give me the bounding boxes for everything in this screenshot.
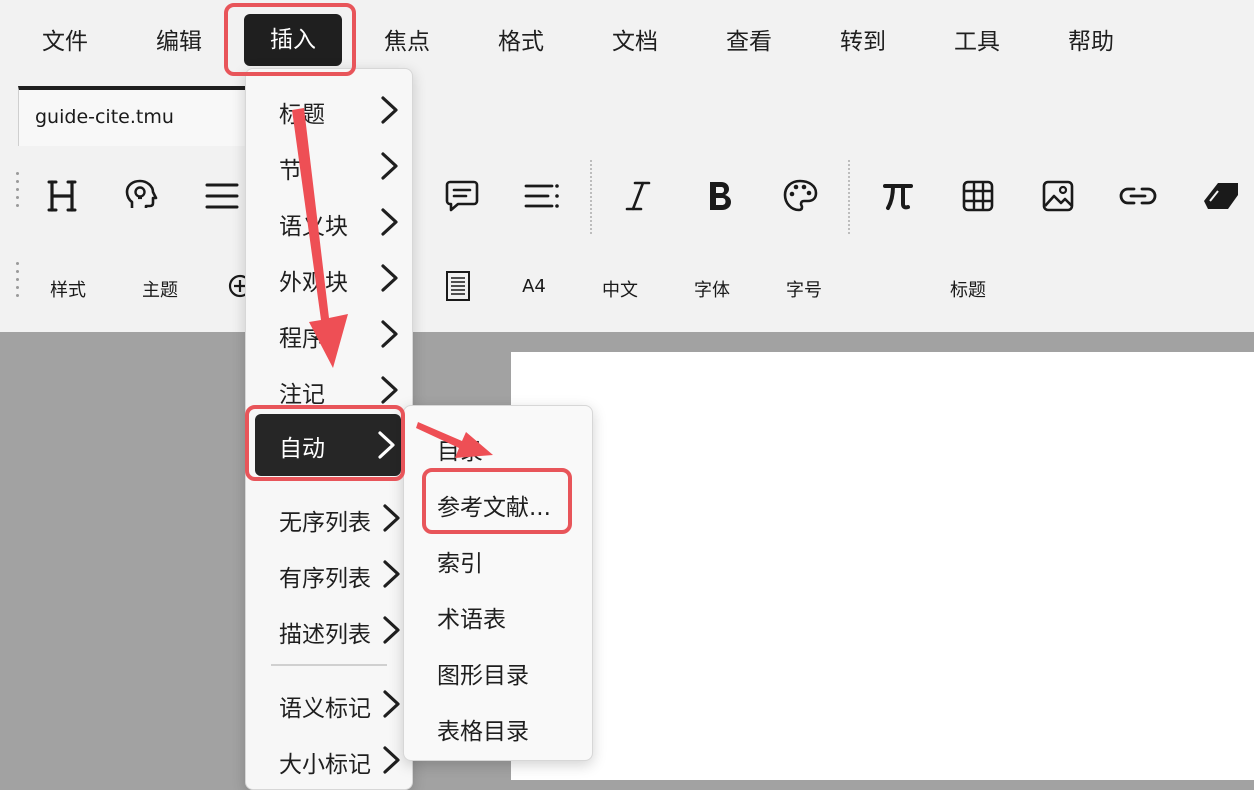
pi-icon[interactable] <box>874 172 922 220</box>
menu-view[interactable]: 查看 <box>694 20 804 64</box>
insert-menu-item-description-list[interactable]: 描述列表 <box>246 605 412 655</box>
submenu-item-toc[interactable]: 目录 <box>437 432 483 466</box>
insert-menu-item-ordered-list[interactable]: 有序列表 <box>246 549 412 599</box>
auto-submenu: 目录 参考文献... 索引 术语表 图形目录 表格目录 <box>403 405 593 761</box>
heading-icon[interactable] <box>38 172 86 220</box>
language-button[interactable]: 中文 <box>588 276 652 302</box>
toolbar1-grip[interactable] <box>16 172 20 212</box>
italic-icon[interactable] <box>614 172 662 220</box>
highlight-insert-menu <box>224 3 356 76</box>
chevron-right-icon <box>381 96 398 124</box>
document-tab-title: guide-cite.tmu <box>35 106 174 128</box>
palette-icon[interactable] <box>776 172 824 220</box>
font-button[interactable]: 字体 <box>680 276 744 302</box>
insert-menu-item-label: 注记 <box>279 382 325 408</box>
chevron-right-icon <box>383 504 400 532</box>
chevron-right-icon <box>383 746 400 774</box>
insert-menu-item-unordered-list[interactable]: 无序列表 <box>246 493 412 543</box>
font-size-button[interactable]: 字号 <box>772 276 836 302</box>
theme-button[interactable]: 主题 <box>128 276 192 302</box>
chevron-right-icon <box>383 616 400 644</box>
insert-menu-item-label: 标题 <box>279 102 325 128</box>
bold-icon[interactable] <box>696 172 744 220</box>
highlight-auto-item <box>245 405 405 481</box>
menu-tools[interactable]: 工具 <box>922 20 1032 64</box>
submenu-item-list-of-tables[interactable]: 表格目录 <box>437 712 529 746</box>
insert-menu-item-semantic-block[interactable]: 语义块 <box>246 197 412 247</box>
insert-menu-item-size-mark[interactable]: 大小标记 <box>246 735 412 785</box>
app-chrome: 文件 编辑 插入 焦点 格式 文档 查看 转到 工具 帮助 guide-cite… <box>0 0 1254 332</box>
insert-menu-item-semantic-mark[interactable]: 语义标记 <box>246 679 412 729</box>
document-tab[interactable]: guide-cite.tmu <box>18 86 246 146</box>
align-icon[interactable] <box>198 172 246 220</box>
chevron-right-icon <box>383 690 400 718</box>
chevron-right-icon <box>381 320 398 348</box>
toolbar2-grip[interactable] <box>16 262 20 302</box>
insert-menu-item-appearance-block[interactable]: 外观块 <box>246 253 412 303</box>
menu-format[interactable]: 格式 <box>466 20 576 64</box>
insert-menu-item-label: 描述列表 <box>279 622 371 648</box>
link-icon[interactable] <box>1114 172 1162 220</box>
brain-idea-icon[interactable] <box>118 172 166 220</box>
paper-size-a4[interactable]: A4 <box>506 276 562 297</box>
menu-help[interactable]: 帮助 <box>1036 20 1146 64</box>
chevron-right-icon <box>381 264 398 292</box>
image-icon[interactable] <box>1034 172 1082 220</box>
submenu-item-list-of-figures[interactable]: 图形目录 <box>437 656 529 690</box>
menu-goto[interactable]: 转到 <box>808 20 918 64</box>
menu-edit[interactable]: 编辑 <box>124 20 234 64</box>
menu-separator <box>271 664 387 666</box>
submenu-item-glossary[interactable]: 术语表 <box>437 600 506 634</box>
chevron-right-icon <box>381 152 398 180</box>
comment-icon[interactable] <box>438 172 486 220</box>
insert-menu-item-label: 语义块 <box>279 214 348 240</box>
table-icon[interactable] <box>954 172 1002 220</box>
insert-menu-item-label: 无序列表 <box>279 510 371 536</box>
chevron-right-icon <box>383 560 400 588</box>
eraser-icon[interactable] <box>1196 172 1244 220</box>
insert-menu-item-title[interactable]: 标题 <box>246 85 412 135</box>
insert-menu-item-label: 大小标记 <box>279 752 371 778</box>
toolbar-separator <box>848 160 852 234</box>
submenu-item-index[interactable]: 索引 <box>437 544 483 578</box>
list-icon[interactable] <box>518 172 566 220</box>
add-circle-icon[interactable] <box>222 264 246 308</box>
menu-file[interactable]: 文件 <box>10 20 120 64</box>
insert-menu-item-label: 外观块 <box>279 270 348 296</box>
document-page[interactable] <box>511 352 1254 780</box>
chevron-right-icon <box>381 208 398 236</box>
insert-menu-item-label: 节 <box>279 158 302 184</box>
chevron-right-icon <box>381 376 398 404</box>
style-button[interactable]: 样式 <box>36 276 100 302</box>
page-setup-icon[interactable] <box>436 262 480 310</box>
insert-menu-item-label: 有序列表 <box>279 566 371 592</box>
menu-document[interactable]: 文档 <box>580 20 690 64</box>
insert-menu-item-section[interactable]: 节 <box>246 141 412 191</box>
menubar: 文件 编辑 插入 焦点 格式 文档 查看 转到 工具 帮助 <box>0 0 1254 84</box>
menu-focus[interactable]: 焦点 <box>352 20 462 64</box>
insert-menu-item-label: 程序 <box>279 326 325 352</box>
highlight-bibliography-item <box>422 468 572 534</box>
heading-style-button[interactable]: 标题 <box>936 276 1000 302</box>
toolbar-separator <box>590 160 594 234</box>
insert-menu-item-program[interactable]: 程序 <box>246 309 412 359</box>
insert-menu-item-label: 语义标记 <box>279 696 371 722</box>
